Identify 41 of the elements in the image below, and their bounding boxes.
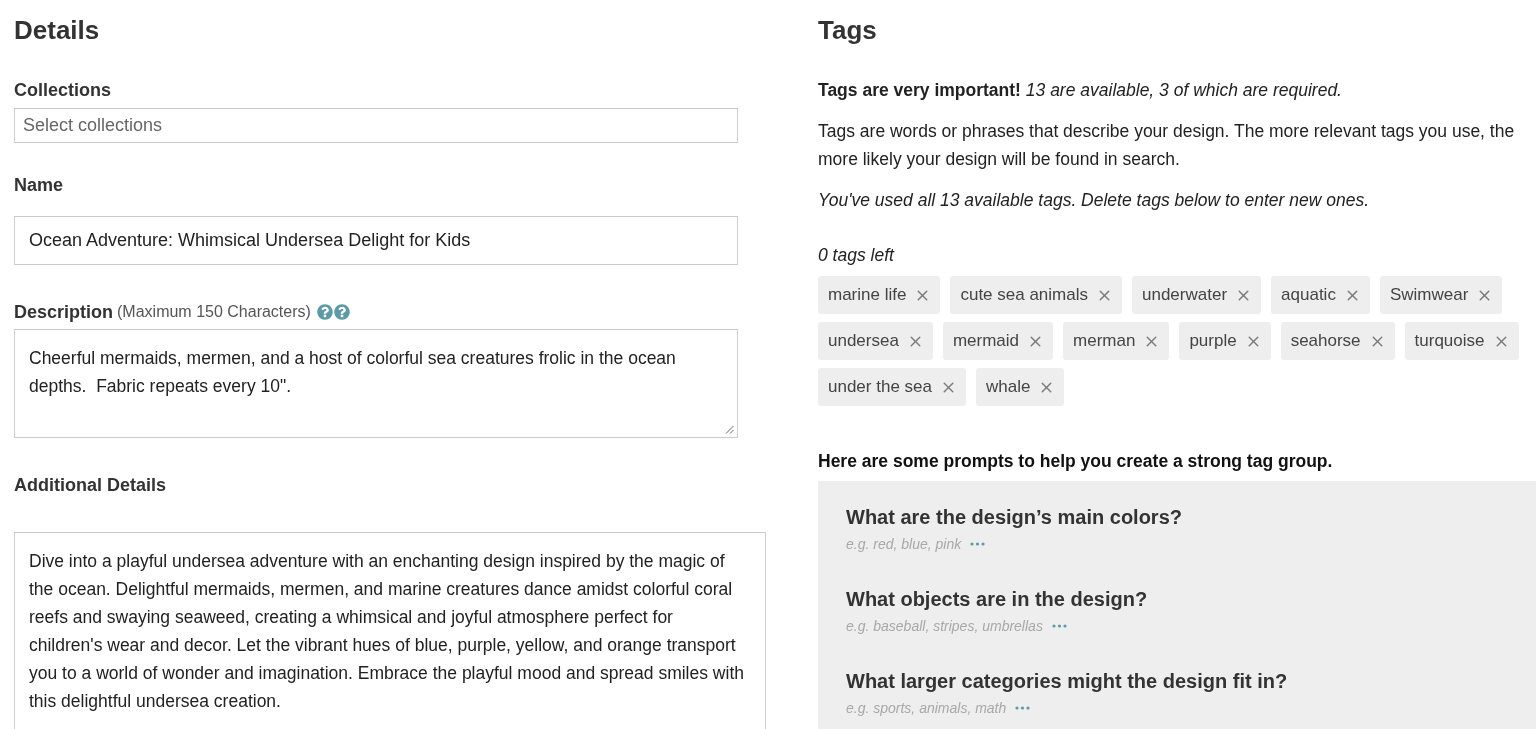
tags-importance-text: Tags are very important! 13 are available, 3 of which are required. — [818, 79, 1343, 102]
tag-label: marine life — [828, 285, 907, 305]
description-field[interactable]: Cheerful mermaids, mermen, and a host of colorful sea creatures frolic in the ocean depths. Fabric repeats every 10". — [14, 328, 738, 438]
tag-label: whale — [985, 377, 1031, 397]
tag-label: mermaid — [952, 331, 1019, 351]
prompts-heading: Here are some prompts to help you create a strong tag group. — [818, 450, 1334, 473]
tag-label: underwater — [1142, 285, 1228, 305]
tag-label: undersea — [828, 331, 899, 351]
section-title: Details — [14, 14, 100, 46]
resize-handle-icon[interactable] — [725, 425, 734, 434]
character-limit-note: (Maximum 150 Characters) — [117, 301, 311, 322]
ellipsis-icon[interactable] — [970, 542, 986, 546]
tag-label: under the sea — [828, 377, 932, 397]
prompt-question: What are the design’s main colors? — [846, 505, 1183, 530]
field-label: Additional Details — [14, 474, 166, 497]
tag-label: turquoise — [1414, 331, 1485, 351]
help-icon[interactable] — [333, 303, 350, 320]
prompt-hint: e.g. baseball, stripes, umbrellas — [846, 618, 1043, 634]
ellipsis-icon[interactable] — [1051, 624, 1067, 628]
name-field[interactable]: Ocean Adventure: Whimsical Undersea Delight for Kids — [14, 215, 738, 265]
tag-label: Swimwear — [1389, 285, 1469, 305]
ellipsis-icon[interactable] — [1015, 706, 1031, 710]
tag-label: purple — [1189, 331, 1237, 351]
field-label: Name — [14, 173, 64, 197]
field-label: Collections — [14, 79, 111, 102]
tag-label: merman — [1073, 331, 1136, 351]
tags-remaining-count: 0 tags left — [818, 244, 896, 267]
collections-field[interactable]: Select collections — [14, 108, 738, 143]
prompt-question: What objects are in the design? — [846, 587, 1149, 612]
section-title: Tags — [818, 14, 877, 46]
field-label: Description — [14, 300, 114, 324]
tag-label: seahorse — [1290, 331, 1361, 351]
tag-label: cute sea animals — [960, 285, 1088, 305]
tags-intro-text: Tags are words or phrases that describe your design. The more relevant tags you use, the more likely your design will be found in search. — [818, 120, 1516, 171]
additional-details-field[interactable]: Dive into a playful undersea adventure with an enchanting design inspired by the magic of the ocean. Delightful mermaids, mermen, and marine creatures dance amidst colorful coral reefs and swaying seaweed, creating a whimsical and joyful atmosphere perfect for children's wear and decor. Let the vibrant hues of blue, purple, yellow, and orange transport you to a world of wonder and imagination. Embrace the playful mood and spread smiles with this delightful undersea creation. — [14, 532, 766, 729]
prompt-hint: e.g. sports, animals, math — [846, 700, 1007, 716]
prompt-question: What larger categories might the design fit in? — [846, 669, 1289, 694]
help-icon[interactable] — [316, 303, 333, 320]
tag-limit-notice: You've used all 13 available tags. Delete tags below to enter new ones. — [818, 189, 1371, 212]
tag-label: aquatic — [1281, 285, 1336, 305]
prompt-hint: e.g. red, blue, pink — [846, 536, 962, 552]
